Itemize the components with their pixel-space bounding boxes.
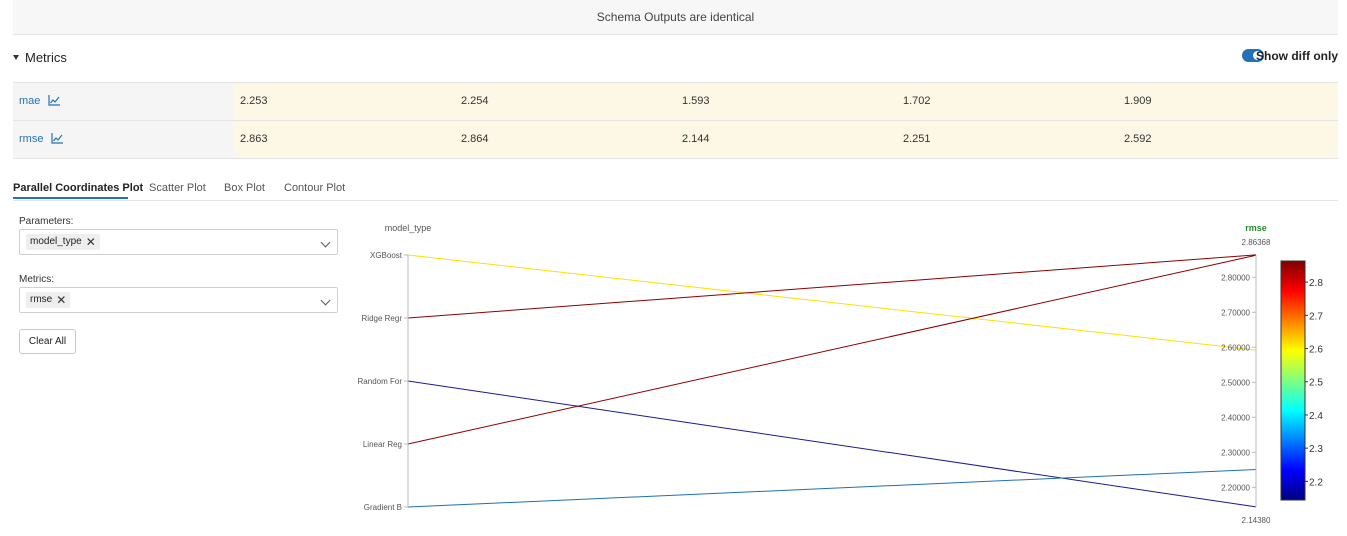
line-chart-icon[interactable] — [51, 133, 63, 144]
parallel-coordinates-plot: model_type XGBoost Ridge Regr Random For Li… — [358, 223, 1324, 525]
series-line — [407, 254, 1257, 319]
metric-chip: rmse ✕ — [26, 292, 71, 308]
tick-label: 2.20000 — [1221, 483, 1250, 492]
parameter-chip-label: model_type — [30, 236, 82, 247]
metric-name-cell: rmse — [13, 121, 233, 158]
metric-values-cell: 2.863 2.864 2.144 2.251 2.592 — [233, 121, 1338, 158]
tab-parallel-coordinates-plot[interactable]: Parallel Coordinates Plot — [13, 182, 143, 194]
series-line — [407, 380, 1257, 508]
metric-link-mae[interactable]: mae — [19, 95, 40, 107]
parameters-select[interactable]: model_type ✕ — [19, 229, 338, 255]
clear-all-button[interactable]: Clear All — [19, 329, 76, 354]
remove-chip-icon[interactable]: ✕ — [86, 234, 96, 250]
metric-value: 1.593 — [682, 95, 710, 107]
schema-banner: Schema Outputs are identical — [13, 0, 1338, 35]
metric-name-cell: mae — [13, 83, 233, 120]
colorbar-tick-label: 2.4 — [1309, 411, 1323, 422]
metric-values-cell: 2.253 2.254 1.593 1.702 1.909 — [233, 83, 1338, 120]
chevron-down-icon[interactable] — [320, 295, 331, 306]
metric-chip-label: rmse — [30, 294, 53, 305]
tick-label: 2.40000 — [1221, 413, 1250, 422]
tick-label: XGBoost — [370, 251, 403, 260]
series-line — [407, 254, 1257, 445]
tick-label: 2.30000 — [1221, 448, 1250, 457]
metric-row-rmse: rmse 2.863 2.864 2.144 2.251 2.592 — [13, 120, 1338, 159]
series-line — [407, 254, 1257, 351]
model-type-ticks: XGBoost Ridge Regr Random For Linear Reg Gra… — [358, 251, 408, 512]
colorbar — [1280, 260, 1306, 501]
rmse-axis-max-label: 2.86368 — [1242, 238, 1271, 247]
rmse-axis-title: rmse — [1245, 223, 1267, 233]
colorbar-tick-label: 2.7 — [1309, 311, 1323, 322]
caret-down-icon[interactable] — [13, 55, 19, 60]
model-type-axis-title: model_type — [385, 223, 432, 233]
rmse-ticks: 2.20000 2.30000 2.40000 2.50000 2.60000 2.700… — [1221, 273, 1256, 492]
metric-value: 2.251 — [903, 133, 931, 145]
tick-label: 2.80000 — [1221, 273, 1250, 282]
tick-label: Linear Reg — [363, 440, 402, 449]
parameters-label: Parameters: — [19, 216, 74, 227]
colorbar-tick-label: 2.3 — [1309, 444, 1323, 455]
metrics-select[interactable]: rmse ✕ — [19, 287, 338, 313]
colorbar-tick-label: 2.5 — [1309, 378, 1323, 389]
remove-chip-icon[interactable]: ✕ — [56, 292, 66, 308]
metric-row-mae: mae 2.253 2.254 1.593 1.702 1.909 — [13, 82, 1338, 120]
tab-contour-plot[interactable]: Contour Plot — [284, 182, 345, 194]
metrics-section-header[interactable]: Metrics Show diff only — [13, 48, 1338, 70]
metrics-label: Metrics: — [19, 274, 54, 285]
plot-tabs: Parallel Coordinates Plot Scatter Plot B… — [13, 180, 1338, 201]
metrics-section-title: Metrics — [25, 50, 67, 65]
metric-value: 2.253 — [240, 95, 268, 107]
tick-label: 2.70000 — [1221, 308, 1250, 317]
tick-label: Gradient B — [364, 503, 402, 512]
line-chart-icon[interactable] — [48, 95, 60, 106]
metric-value: 2.592 — [1124, 133, 1152, 145]
active-tab-underline — [13, 197, 128, 199]
tick-label: 2.50000 — [1221, 378, 1250, 387]
colorbar-ticks: 2.2 2.3 2.4 2.5 2.6 2.7 2.8 — [1305, 278, 1323, 488]
colorbar-tick-label: 2.8 — [1309, 278, 1323, 289]
tick-label: Ridge Regr — [362, 314, 403, 323]
schema-banner-text: Schema Outputs are identical — [596, 10, 755, 24]
tab-scatter-plot[interactable]: Scatter Plot — [149, 182, 206, 194]
parameter-chip: model_type ✕ — [26, 234, 100, 250]
metric-link-rmse[interactable]: rmse — [19, 133, 43, 145]
plot-lines — [407, 254, 1257, 508]
show-diff-only-label: Show diff only — [1256, 49, 1338, 63]
rmse-axis-min-label: 2.14380 — [1242, 516, 1271, 525]
metric-value: 2.863 — [240, 133, 268, 145]
colorbar-tick-label: 2.2 — [1309, 477, 1323, 488]
metric-value: 2.144 — [682, 133, 710, 145]
tab-box-plot[interactable]: Box Plot — [224, 182, 265, 194]
metric-value: 1.909 — [1124, 95, 1152, 107]
tick-label: Random For — [358, 377, 403, 386]
metric-value: 1.702 — [903, 95, 931, 107]
series-line — [407, 468, 1257, 508]
metric-value: 2.254 — [461, 95, 489, 107]
colorbar-tick-label: 2.6 — [1309, 345, 1323, 356]
chevron-down-icon[interactable] — [320, 237, 331, 248]
metric-value: 2.864 — [461, 133, 489, 145]
tick-label: 2.60000 — [1221, 343, 1250, 352]
